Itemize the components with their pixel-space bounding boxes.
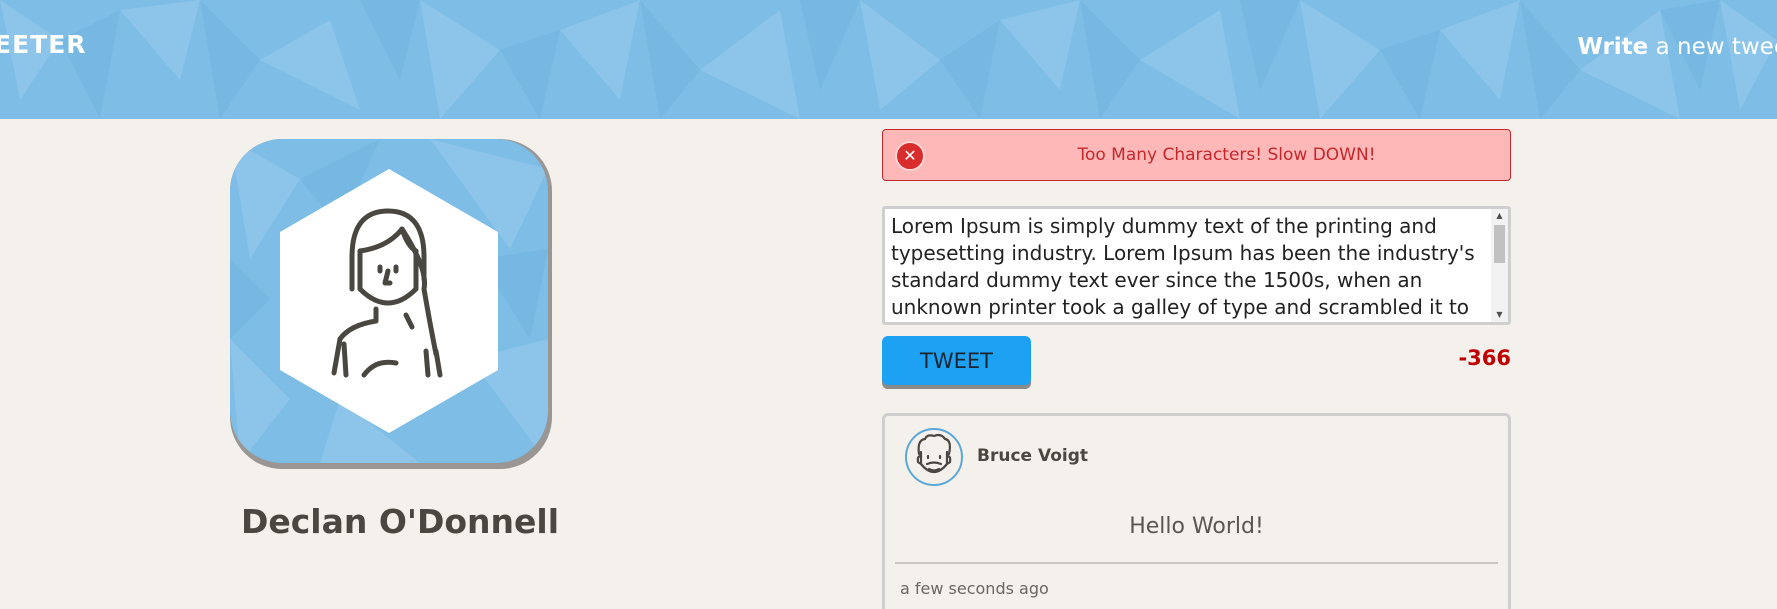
tweet-card: Bruce Voigt Hello World! a few seconds a… <box>882 413 1511 609</box>
compose-toggle-strong: Write <box>1577 34 1649 60</box>
character-counter: -366 <box>1458 346 1511 370</box>
profile-name: Declan O'Donnell <box>240 502 560 541</box>
tweet-author-name[interactable]: Bruce Voigt <box>977 446 1088 466</box>
profile-avatar <box>230 139 548 463</box>
error-message: Too Many Characters! Slow DOWN! <box>1077 145 1376 165</box>
scroll-up-arrow-icon[interactable]: ▲ <box>1491 209 1508 223</box>
close-circle-icon[interactable]: ✕ <box>895 141 925 171</box>
scroll-thumb[interactable] <box>1494 225 1505 263</box>
error-banner: ✕ Too Many Characters! Slow DOWN! <box>882 129 1511 181</box>
write-tweet-toggle[interactable]: Write a new tweet <box>1577 34 1777 60</box>
tweet-timestamp: a few seconds ago <box>900 579 1049 598</box>
woman-avatar-icon <box>230 139 548 463</box>
textarea-scrollbar[interactable]: ▲ ▼ <box>1491 209 1508 322</box>
tweet-divider <box>895 562 1498 564</box>
header-pattern <box>0 0 1777 119</box>
man-avatar-icon <box>916 433 952 474</box>
tweet-input-container: Lorem Ipsum is simply dummy text of the … <box>882 206 1511 325</box>
tweet-textarea[interactable]: Lorem Ipsum is simply dummy text of the … <box>885 209 1491 322</box>
scroll-down-arrow-icon[interactable]: ▼ <box>1491 308 1508 322</box>
tweet-button[interactable]: TWEET <box>882 336 1031 385</box>
brand-logo[interactable]: EETER <box>0 30 87 59</box>
compose-toggle-rest: a new tweet <box>1655 34 1777 60</box>
site-header: EETER Write a new tweet <box>0 0 1777 119</box>
tweet-author-avatar <box>905 428 963 486</box>
tweet-content: Hello World! <box>1129 514 1264 539</box>
profile-avatar-frame <box>230 139 552 469</box>
